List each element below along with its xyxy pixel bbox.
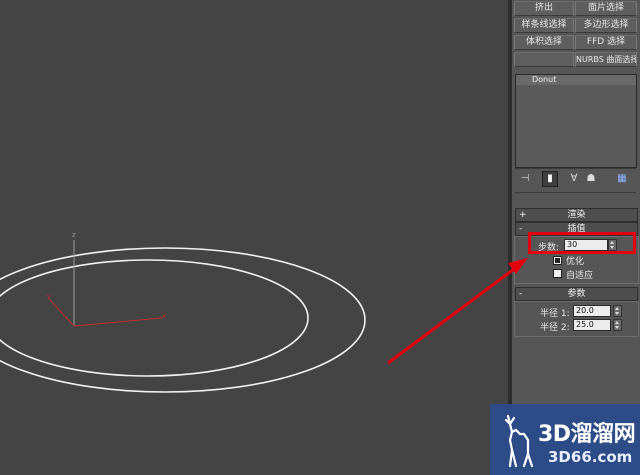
x-axis-label: x bbox=[162, 312, 166, 320]
modifier-stack-list[interactable]: Donut bbox=[515, 74, 637, 168]
donut-outer-ring bbox=[0, 247, 366, 393]
radius1-spinner-arrows[interactable] bbox=[613, 305, 622, 317]
poly-select-button[interactable]: 多边形选择 bbox=[575, 18, 637, 33]
ffd-select-button[interactable]: FFD 选择 bbox=[575, 35, 637, 50]
extrude-button[interactable]: 挤出 bbox=[514, 1, 574, 16]
watermark-line1: 3D溜溜网 bbox=[538, 422, 636, 447]
radius2-spinner-input[interactable]: 25.0 bbox=[573, 319, 611, 331]
volume-select-button[interactable]: 体积选择 bbox=[514, 35, 574, 50]
y-axis-label: y bbox=[47, 293, 51, 301]
interpolation-rollout-toggle: - bbox=[519, 224, 523, 234]
remove-modifier-icon[interactable]: ☗ bbox=[584, 172, 598, 186]
panel-divider bbox=[515, 192, 636, 193]
watermark-line2: 3D66.com bbox=[548, 448, 633, 466]
render-rollout-header[interactable]: + 渲染 bbox=[515, 208, 638, 222]
show-end-result-icon[interactable]: ▮ bbox=[542, 171, 558, 187]
deer-icon bbox=[504, 414, 534, 468]
adaptive-checkbox[interactable] bbox=[553, 269, 562, 278]
x-axis-line bbox=[73, 317, 163, 327]
spline-select-button[interactable]: 样条线选择 bbox=[514, 18, 574, 33]
nurbs-surface-select-button[interactable]: NURBS 曲面选择 bbox=[575, 52, 637, 67]
empty-button[interactable] bbox=[514, 52, 574, 67]
patch-select-button[interactable]: 面片选择 bbox=[575, 1, 637, 16]
z-axis-label: z bbox=[72, 231, 76, 239]
radius1-spinner-input[interactable]: 20.0 bbox=[573, 305, 611, 317]
stack-separator bbox=[515, 168, 636, 169]
optimize-checkbox[interactable] bbox=[553, 256, 562, 265]
adaptive-label: 自适应 bbox=[566, 271, 594, 281]
stack-item-donut[interactable]: Donut bbox=[516, 75, 636, 85]
make-unique-icon[interactable]: ∀ bbox=[567, 172, 581, 186]
y-axis-line bbox=[49, 299, 75, 327]
steps-highlight-box bbox=[528, 232, 636, 254]
perspective-viewport[interactable]: z x y bbox=[0, 0, 508, 475]
radius1-label: 半径 1: bbox=[540, 309, 570, 319]
render-rollout-title: 渲染 bbox=[567, 210, 586, 220]
watermark-logo: 3D溜溜网 3D66.com bbox=[490, 404, 640, 475]
render-rollout-toggle: + bbox=[519, 210, 527, 220]
parameters-rollout-header[interactable]: - 参数 bbox=[515, 287, 638, 301]
parameters-rollout-title: 参数 bbox=[567, 289, 586, 299]
radius2-label: 半径 2: bbox=[540, 323, 570, 333]
viewport-canvas[interactable]: z x y bbox=[0, 0, 508, 475]
parameters-rollout-toggle: - bbox=[519, 289, 523, 299]
radius2-spinner-arrows[interactable] bbox=[613, 319, 622, 331]
optimize-label: 优化 bbox=[566, 257, 585, 267]
configure-modifier-sets-icon[interactable]: ▦ bbox=[615, 172, 629, 186]
donut-inner-ring bbox=[0, 259, 309, 377]
pin-stack-icon[interactable]: ⊣ bbox=[518, 172, 532, 186]
